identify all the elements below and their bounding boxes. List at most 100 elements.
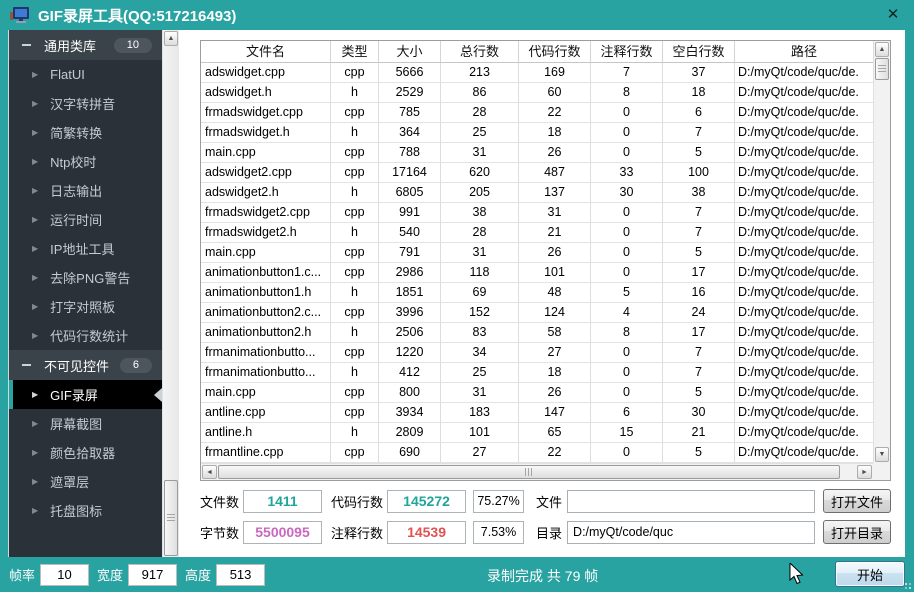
sidebar-group-header[interactable]: 通用类库10 xyxy=(9,30,162,60)
table-cell: cpp xyxy=(331,203,379,223)
table-cell: cpp xyxy=(331,403,379,423)
table-cell: 101 xyxy=(441,423,519,443)
height-input[interactable] xyxy=(216,564,265,586)
window-body: 通用类库10▶FlatUI▶汉字转拼音▶简繁转换▶Ntp校时▶日志输出▶运行时间… xyxy=(8,30,905,557)
table-cell: 183 xyxy=(441,403,519,423)
sidebar-item-屏幕截图[interactable]: ▶屏幕截图 xyxy=(9,409,162,438)
sidebar-item-运行时间[interactable]: ▶运行时间 xyxy=(9,205,162,234)
table-cell: 152 xyxy=(441,303,519,323)
table-hscroll-thumb[interactable] xyxy=(218,465,840,479)
table-row[interactable]: frmanimationbutto...h412251807D:/myQt/co… xyxy=(201,363,873,383)
sidebar-item-代码行数统计[interactable]: ▶代码行数统计 xyxy=(9,321,162,350)
table-cell: 38 xyxy=(441,203,519,223)
table-cell: 48 xyxy=(519,283,591,303)
scroll-left-icon[interactable]: ◄ xyxy=(202,465,217,479)
column-header[interactable]: 路径 xyxy=(735,41,873,63)
sidebar-group-header[interactable]: 不可见控件6 xyxy=(9,350,162,380)
table-row[interactable]: antline.hh2809101651521D:/myQt/code/quc/… xyxy=(201,423,873,443)
table-row[interactable]: adswidget.hh25298660818D:/myQt/code/quc/… xyxy=(201,83,873,103)
column-header[interactable]: 注释行数 xyxy=(591,41,663,63)
column-header[interactable]: 代码行数 xyxy=(519,41,591,63)
panel-scroll-thumb[interactable] xyxy=(164,480,178,556)
table-horizontal-scrollbar[interactable]: ◄ ► xyxy=(201,463,873,480)
table-cell: cpp xyxy=(331,243,379,263)
file-path-input[interactable] xyxy=(567,490,815,513)
table-row[interactable]: main.cppcpp791312605D:/myQt/code/quc/de. xyxy=(201,243,873,263)
stats-row-2: 字节数 5500095 注释行数 14539 7.53% 目录 打开目录 xyxy=(200,520,891,544)
sidebar-item-汉字转拼音[interactable]: ▶汉字转拼音 xyxy=(9,89,162,118)
table-row[interactable]: antline.cppcpp3934183147630D:/myQt/code/… xyxy=(201,403,873,423)
table-row[interactable]: adswidget2.cppcpp1716462048733100D:/myQt… xyxy=(201,163,873,183)
sidebar-item-GIF录屏[interactable]: ▶GIF录屏 xyxy=(9,380,162,409)
table-row[interactable]: animationbutton2.c...cpp3996152124424D:/… xyxy=(201,303,873,323)
table-cell: 86 xyxy=(441,83,519,103)
fps-input[interactable] xyxy=(40,564,89,586)
table-row[interactable]: frmanimationbutto...cpp1220342707D:/myQt… xyxy=(201,343,873,363)
table-cell: 25 xyxy=(441,363,519,383)
width-input[interactable] xyxy=(128,564,177,586)
table-row[interactable]: main.cppcpp800312605D:/myQt/code/quc/de. xyxy=(201,383,873,403)
column-header[interactable]: 总行数 xyxy=(441,41,519,63)
scroll-down-icon[interactable]: ▼ xyxy=(875,447,889,462)
scroll-up-icon[interactable]: ▲ xyxy=(164,31,178,46)
resize-grip[interactable] xyxy=(902,580,911,589)
table-row[interactable]: frmadswidget2.hh540282107D:/myQt/code/qu… xyxy=(201,223,873,243)
table-row[interactable]: adswidget2.hh68052051373038D:/myQt/code/… xyxy=(201,183,873,203)
table-body: adswidget.cppcpp5666213169737D:/myQt/cod… xyxy=(201,63,873,463)
table-cell: 7 xyxy=(663,223,735,243)
selected-marker-icon xyxy=(154,388,162,402)
table-cell: D:/myQt/code/quc/de. xyxy=(735,303,873,323)
table-cell: 26 xyxy=(519,143,591,163)
sidebar-item-FlatUI[interactable]: ▶FlatUI xyxy=(9,60,162,89)
comment-percent-value: 7.53% xyxy=(473,521,524,544)
table-cell: 30 xyxy=(663,403,735,423)
column-header[interactable]: 文件名 xyxy=(201,41,331,63)
sidebar-item-遮罩层[interactable]: ▶遮罩层 xyxy=(9,467,162,496)
table-row[interactable]: animationbutton1.hh18516948516D:/myQt/co… xyxy=(201,283,873,303)
table-row[interactable]: adswidget.cppcpp5666213169737D:/myQt/cod… xyxy=(201,63,873,83)
sidebar-item-简繁转换[interactable]: ▶简繁转换 xyxy=(9,118,162,147)
column-header[interactable]: 空白行数 xyxy=(663,41,735,63)
scrollbar-corner xyxy=(873,463,890,480)
column-header[interactable]: 类型 xyxy=(331,41,379,63)
scroll-right-icon[interactable]: ► xyxy=(857,465,872,479)
sidebar-item-颜色拾取器[interactable]: ▶颜色拾取器 xyxy=(9,438,162,467)
sidebar-item-托盘图标[interactable]: ▶托盘图标 xyxy=(9,496,162,525)
table-row[interactable]: animationbutton1.c...cpp2986118101017D:/… xyxy=(201,263,873,283)
table-cell: h xyxy=(331,223,379,243)
table-row[interactable]: frmadswidget2.cppcpp991383107D:/myQt/cod… xyxy=(201,203,873,223)
sidebar-item-打字对照板[interactable]: ▶打字对照板 xyxy=(9,292,162,321)
table-row[interactable]: frmadswidget.cppcpp785282206D:/myQt/code… xyxy=(201,103,873,123)
table-cell: D:/myQt/code/quc/de. xyxy=(735,343,873,363)
sidebar-item-label: 遮罩层 xyxy=(50,472,89,491)
table-row[interactable]: frmantline.cppcpp690272205D:/myQt/code/q… xyxy=(201,443,873,463)
table-cell: adswidget.h xyxy=(201,83,331,103)
panel-vertical-scrollbar[interactable]: ▲ xyxy=(162,30,179,557)
table-row[interactable]: frmadswidget.hh364251807D:/myQt/code/quc… xyxy=(201,123,873,143)
table-row[interactable]: animationbutton2.hh25068358817D:/myQt/co… xyxy=(201,323,873,343)
table-cell: 147 xyxy=(519,403,591,423)
table-cell: h xyxy=(331,123,379,143)
close-icon[interactable]: ✕ xyxy=(883,5,903,25)
sidebar-item-日志输出[interactable]: ▶日志输出 xyxy=(9,176,162,205)
column-header[interactable]: 大小 xyxy=(379,41,441,63)
table-cell: 7 xyxy=(663,363,735,383)
dir-path-input[interactable] xyxy=(567,521,815,544)
table-vertical-scrollbar[interactable]: ▲ ▼ xyxy=(873,41,890,463)
bytes-count-label: 字节数 xyxy=(200,523,239,542)
open-file-button[interactable]: 打开文件 xyxy=(823,489,891,513)
table-vscroll-thumb[interactable] xyxy=(875,58,889,80)
scroll-up-icon[interactable]: ▲ xyxy=(875,42,889,57)
table-cell: 101 xyxy=(519,263,591,283)
sidebar-item-去除PNG警告[interactable]: ▶去除PNG警告 xyxy=(9,263,162,292)
start-button[interactable]: 开始 xyxy=(835,561,905,587)
height-label: 高度 xyxy=(185,565,211,584)
table-cell: 791 xyxy=(379,243,441,263)
chevron-right-icon: ▶ xyxy=(32,448,38,457)
sidebar-item-IP地址工具[interactable]: ▶IP地址工具 xyxy=(9,234,162,263)
table-row[interactable]: main.cppcpp788312605D:/myQt/code/quc/de. xyxy=(201,143,873,163)
table-cell: D:/myQt/code/quc/de. xyxy=(735,183,873,203)
open-dir-button[interactable]: 打开目录 xyxy=(823,520,891,544)
sidebar-item-Ntp校时[interactable]: ▶Ntp校时 xyxy=(9,147,162,176)
table-cell: 33 xyxy=(591,163,663,183)
